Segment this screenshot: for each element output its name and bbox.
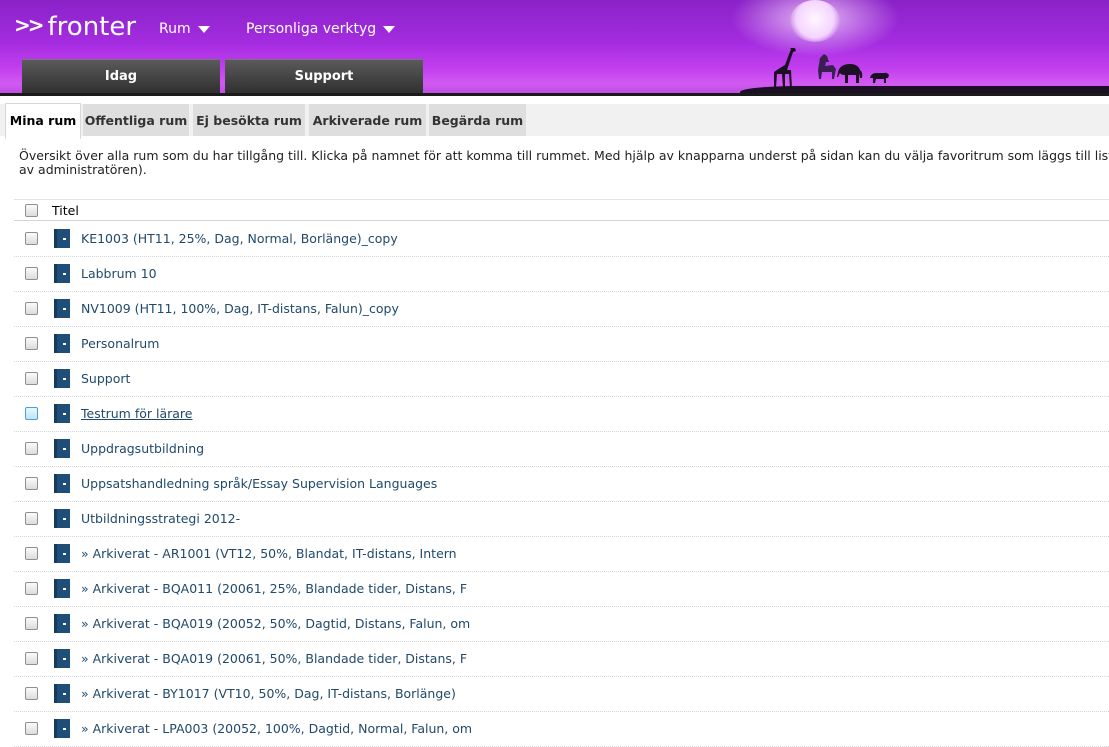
table-row: » Arkiverat - BY1017 (VT10, 50%, Dag, IT… [14,676,1109,712]
row-checkbox[interactable] [25,267,38,280]
room-link[interactable]: Labbrum 10 [81,266,157,281]
safari-animals-decoration [774,48,889,88]
chevron-down-icon [197,25,210,33]
nav-personal-tools-menu[interactable]: Personliga verktyg [246,21,396,37]
row-checkbox[interactable] [25,547,38,560]
room-link[interactable]: » Arkiverat - BQA019 (20061, 50%, Blanda… [81,651,467,666]
table-row: Uppdragsutbildning [14,431,1109,467]
table-row: NV1009 (HT11, 100%, Dag, IT-distans, Fal… [14,291,1109,327]
room-door-icon[interactable] [54,684,70,703]
table-row: » Arkiverat - BQA019 (20061, 50%, Blanda… [14,641,1109,677]
top-header: >> fronter Rum Personliga verktyg Idag Su… [0,0,1109,95]
room-link[interactable]: Personalrum [81,336,159,351]
chevron-down-icon [383,25,396,33]
room-door-icon[interactable] [54,649,70,668]
tab-arkiverade-rum[interactable]: Arkiverade rum [309,104,426,136]
tab-begarda-rum[interactable]: Begärda rum [429,104,526,136]
intro-line-1: Översikt över alla rum som du har tillgå… [19,148,1109,163]
select-all-checkbox[interactable] [25,204,38,217]
tab-support[interactable]: Support [225,59,423,94]
room-door-icon[interactable] [54,334,70,353]
table-row: Testrum för lärare [14,396,1109,432]
room-link[interactable]: NV1009 (HT11, 100%, Dag, IT-distans, Fal… [81,301,399,316]
room-link[interactable]: » Arkiverat - BQA011 (20061, 25%, Blanda… [81,581,467,596]
row-checkbox[interactable] [25,582,38,595]
tab-mina-rum[interactable]: Mina rum [5,103,81,139]
row-checkbox[interactable] [25,652,38,665]
logo-text: fronter [47,12,137,42]
tab-idag[interactable]: Idag [22,59,220,94]
room-door-icon[interactable] [54,474,70,493]
room-link[interactable]: Utbildningsstrategi 2012- [81,511,240,526]
row-checkbox[interactable] [25,372,38,385]
room-link[interactable]: » Arkiverat - LPA003 (20052, 100%, Dagti… [81,721,472,736]
row-checkbox[interactable] [25,617,38,630]
room-link[interactable]: » Arkiverat - AR1001 (VT12, 50%, Blandat… [81,546,457,561]
room-door-icon[interactable] [54,579,70,598]
intro-line-2: av administratören). [19,162,147,177]
table-row: Personalrum [14,326,1109,362]
table-row: » Arkiverat - LPA003 (20052, 100%, Dagti… [14,711,1109,747]
table-row: KE1003 (HT11, 25%, Dag, Normal, Borlänge… [14,221,1109,257]
room-link[interactable]: » Arkiverat - BY1017 (VT10, 50%, Dag, IT… [81,686,456,701]
room-door-icon[interactable] [54,299,70,318]
tab-offentliga-rum[interactable]: Offentliga rum [83,104,189,136]
room-door-icon[interactable] [54,509,70,528]
room-link[interactable]: Uppdragsutbildning [81,441,204,456]
logo-arrows: >> [14,13,44,37]
table-row: Support [14,361,1109,397]
table-row: Utbildningsstrategi 2012- [14,501,1109,537]
row-checkbox[interactable] [25,687,38,700]
moon-decoration [790,0,840,42]
nav-personal-tools-label: Personliga verktyg [246,21,377,37]
row-checkbox[interactable] [25,302,38,315]
nav-rum-label: Rum [159,21,191,37]
table-row: Uppsatshandledning språk/Essay Supervisi… [14,466,1109,502]
intro-text: Översikt över alla rum som du har tillgå… [19,149,1109,177]
table-row: » Arkiverat - BQA011 (20061, 25%, Blanda… [14,571,1109,607]
room-door-icon[interactable] [54,439,70,458]
row-checkbox[interactable] [25,477,38,490]
row-checkbox[interactable] [25,232,38,245]
row-checkbox[interactable] [25,512,38,525]
room-link[interactable]: Support [81,371,130,386]
room-link[interactable]: Uppsatshandledning språk/Essay Supervisi… [81,476,437,491]
fronter-logo[interactable]: >> fronter [14,12,136,42]
room-door-icon[interactable] [54,719,70,738]
room-link[interactable]: KE1003 (HT11, 25%, Dag, Normal, Borlänge… [81,231,398,246]
room-door-icon[interactable] [54,544,70,563]
row-checkbox[interactable] [25,337,38,350]
row-checkbox[interactable] [25,722,38,735]
table-row: » Arkiverat - BQA019 (20052, 50%, Dagtid… [14,606,1109,642]
table-header: Titel [14,200,1109,221]
tab-ej-besokta-rum[interactable]: Ej besökta rum [193,104,305,136]
room-door-icon[interactable] [54,264,70,283]
row-checkbox[interactable] [25,407,38,420]
nav-rum-menu[interactable]: Rum [159,21,210,37]
room-door-icon[interactable] [54,369,70,388]
table-row: » Arkiverat - AR1001 (VT12, 50%, Blandat… [14,536,1109,572]
room-door-icon[interactable] [54,404,70,423]
column-header-title: Titel [52,203,79,218]
room-link[interactable]: » Arkiverat - BQA019 (20052, 50%, Dagtid… [81,616,470,631]
table-row: Labbrum 10 [14,256,1109,292]
room-link[interactable]: Testrum för lärare [81,406,192,421]
row-checkbox[interactable] [25,442,38,455]
room-door-icon[interactable] [54,229,70,248]
room-door-icon[interactable] [54,614,70,633]
